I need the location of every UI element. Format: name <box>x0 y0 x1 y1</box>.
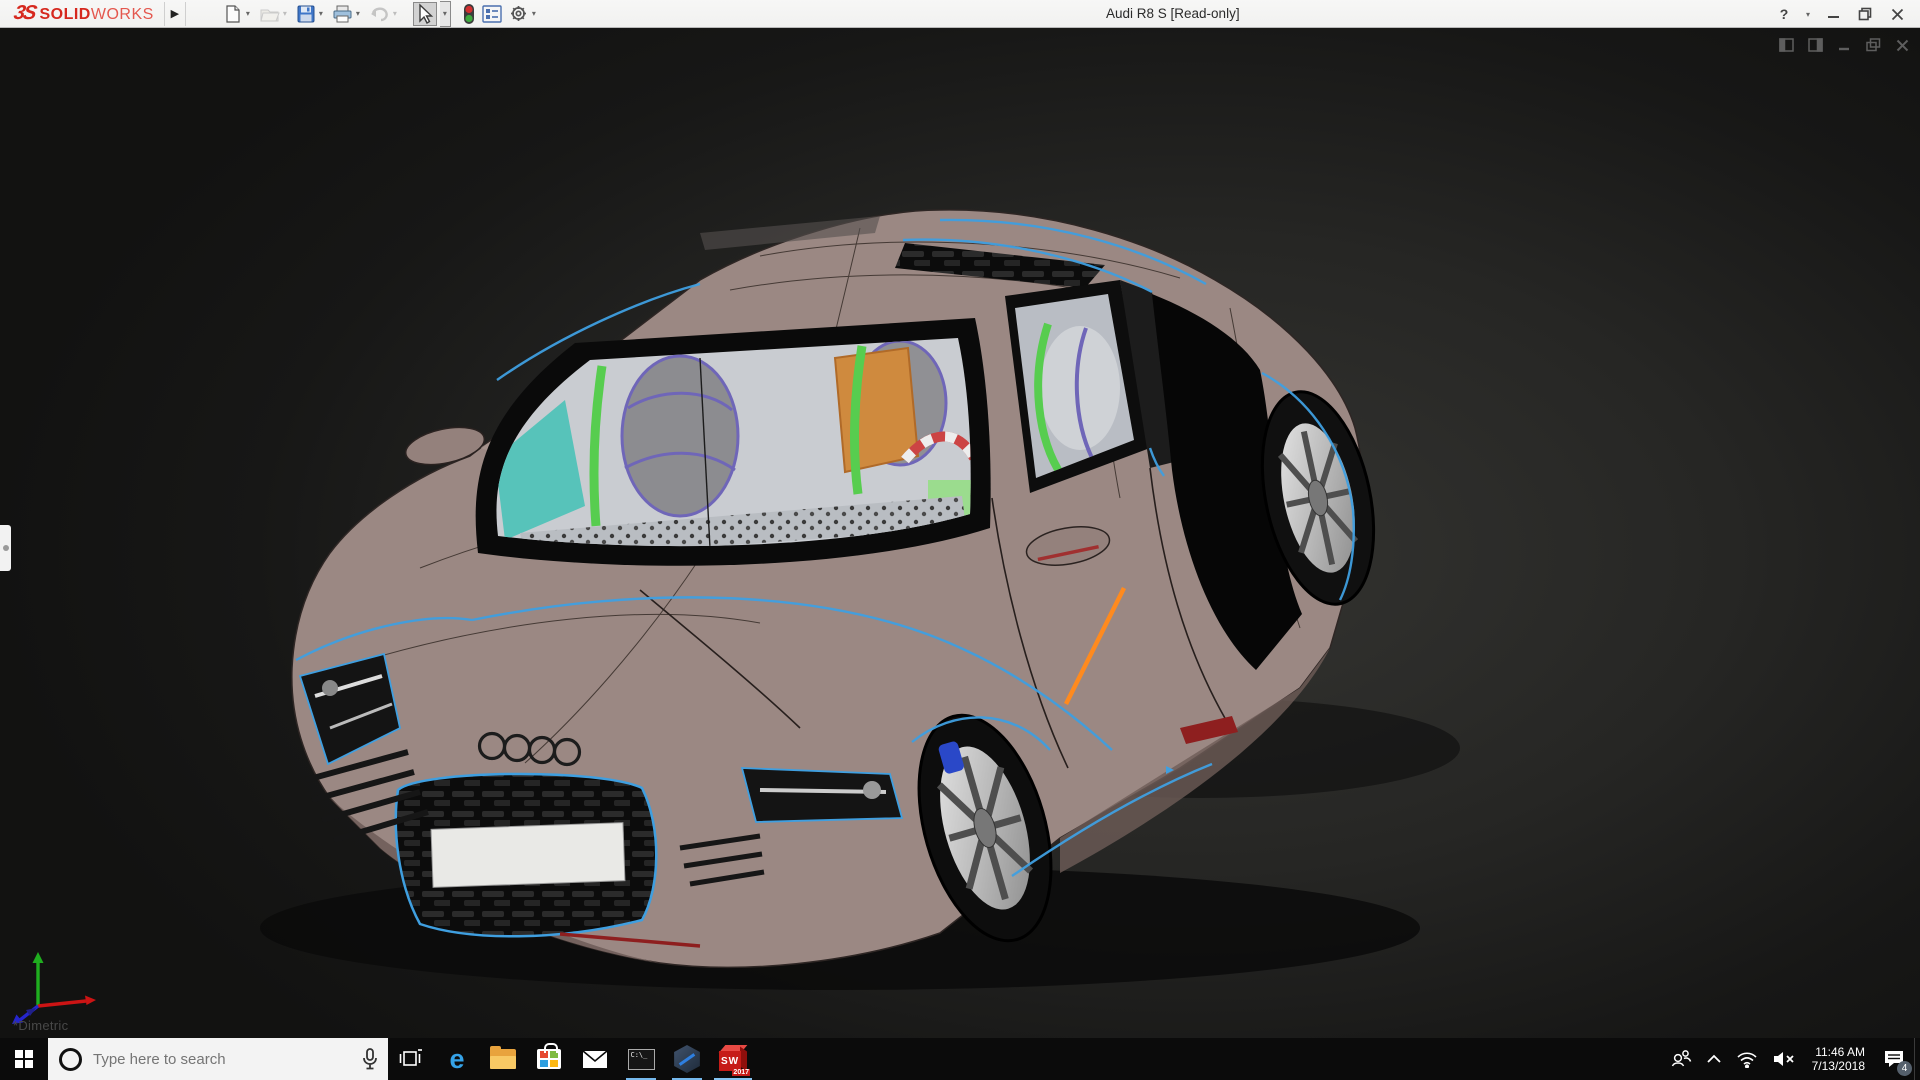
menu-flyout-arrow[interactable]: ▶ <box>163 1 186 26</box>
brand-word-solid: SOLID <box>39 6 91 23</box>
people-icon <box>1671 1050 1691 1067</box>
file-explorer-button[interactable] <box>480 1038 526 1080</box>
reference-triad <box>12 952 96 1024</box>
windshield[interactable] <box>475 318 991 566</box>
open-button-disabled: ▾ <box>258 2 292 26</box>
composer-button[interactable] <box>664 1038 710 1080</box>
print-icon <box>333 5 352 22</box>
open-icon <box>260 9 280 21</box>
model-audi-r8[interactable] <box>0 28 1920 1038</box>
dropdown-caret: ▾ <box>282 9 287 18</box>
rebuild-stoplight-button[interactable] <box>461 2 477 26</box>
microphone-icon[interactable] <box>362 1048 378 1070</box>
solidworks-2017-icon: SW 2017 <box>718 1044 750 1076</box>
task-view-button[interactable] <box>388 1038 434 1080</box>
mail-icon <box>582 1049 608 1068</box>
properties-icon <box>482 4 502 23</box>
store-button[interactable] <box>526 1038 572 1080</box>
select-tool-button[interactable] <box>412 1 437 26</box>
new-document-icon <box>226 4 240 23</box>
tray-overflow-button[interactable] <box>1699 1038 1729 1080</box>
show-desktop-button[interactable] <box>1914 1038 1920 1080</box>
select-cursor-icon <box>419 2 434 24</box>
solidworks-window: 3S SOLID WORKS ▶ ▾ ▾ ▾ ▾ ▾ ▾ ▾ Audi R8 S… <box>0 0 1920 1080</box>
windows-taskbar: e C:\_ <box>0 1038 1920 1080</box>
wifi-icon <box>1737 1051 1757 1068</box>
chevron-up-icon <box>1706 1054 1721 1063</box>
save-icon <box>297 5 315 22</box>
network-button[interactable] <box>1729 1038 1765 1080</box>
options-button[interactable]: ▾ <box>507 2 541 26</box>
dropdown-caret[interactable]: ▾ <box>356 9 360 18</box>
volume-muted-icon <box>1773 1052 1794 1066</box>
license-plate <box>430 822 626 888</box>
edge-button[interactable]: e <box>434 1038 480 1080</box>
undo-icon <box>370 7 388 21</box>
file-explorer-icon <box>490 1046 516 1069</box>
solidworks-taskbar-button[interactable]: SW 2017 <box>710 1038 756 1080</box>
properties-button[interactable] <box>480 2 504 26</box>
solidworks-logo[interactable]: 3S SOLID WORKS <box>0 2 164 25</box>
system-tray: 11:46 AM 7/13/2018 4 <box>1663 1038 1920 1080</box>
brand-word-works: WORKS <box>90 6 154 23</box>
windows-logo-icon <box>15 1050 33 1068</box>
dropdown-caret[interactable]: ▾ <box>246 9 250 18</box>
start-button[interactable] <box>0 1038 48 1080</box>
print-button[interactable]: ▾ <box>331 2 365 26</box>
restore-button[interactable] <box>1852 2 1878 26</box>
command-prompt-button[interactable]: C:\_ <box>618 1038 664 1080</box>
action-center-button[interactable]: 4 <box>1874 1038 1914 1080</box>
new-document-button[interactable]: ▾ <box>222 2 255 26</box>
close-button[interactable] <box>1884 2 1910 26</box>
right-headlight[interactable] <box>740 767 904 823</box>
task-view-icon <box>399 1049 422 1066</box>
taskbar-apps: e C:\_ SW 2017 <box>388 1038 756 1080</box>
window-controls: ? ▾ <box>1771 0 1910 28</box>
taskbar-search[interactable] <box>48 1038 388 1080</box>
graphics-area[interactable]: *Dimetric <box>0 28 1920 1038</box>
store-icon <box>537 1043 561 1069</box>
dropdown-caret[interactable]: ▾ <box>532 9 536 18</box>
document-title: Audi R8 S [Read-only] <box>1106 6 1240 21</box>
help-button[interactable]: ? <box>1771 2 1797 26</box>
dassault-3ds-mark: 3S <box>11 2 37 24</box>
view-orientation-label: *Dimetric <box>13 1018 69 1033</box>
taskbar-clock[interactable]: 11:46 AM 7/13/2018 <box>1803 1038 1874 1080</box>
gear-icon <box>510 6 526 21</box>
help-dropdown-caret[interactable]: ▾ <box>1806 10 1810 19</box>
mail-button[interactable] <box>572 1038 618 1080</box>
save-button[interactable]: ▾ <box>295 2 328 26</box>
title-bar: 3S SOLID WORKS ▶ ▾ ▾ ▾ ▾ ▾ ▾ ▾ Audi R8 S… <box>0 0 1920 28</box>
volume-button[interactable] <box>1765 1038 1803 1080</box>
command-prompt-icon: C:\_ <box>627 1048 655 1070</box>
edge-icon: e <box>449 1043 465 1074</box>
clock-time: 11:46 AM <box>1815 1045 1865 1059</box>
dropdown-caret: ▾ <box>392 9 397 18</box>
dropdown-caret[interactable]: ▾ <box>319 9 323 18</box>
composer-hexagon-icon <box>674 1045 700 1073</box>
notification-badge: 4 <box>1897 1061 1912 1076</box>
stoplight-icon <box>463 3 474 24</box>
people-button[interactable] <box>1663 1038 1699 1080</box>
cortana-icon <box>59 1047 82 1071</box>
undo-button-disabled: ▾ <box>368 2 402 26</box>
front-grille[interactable] <box>394 772 658 938</box>
quick-access-toolbar: ▾ ▾ ▾ ▾ ▾ ▾ ▾ <box>222 0 544 27</box>
minimize-button[interactable] <box>1820 2 1846 26</box>
select-tool-dropdown[interactable]: ▾ <box>439 0 451 27</box>
clock-date: 7/13/2018 <box>1811 1059 1865 1073</box>
search-input[interactable] <box>93 1050 352 1068</box>
